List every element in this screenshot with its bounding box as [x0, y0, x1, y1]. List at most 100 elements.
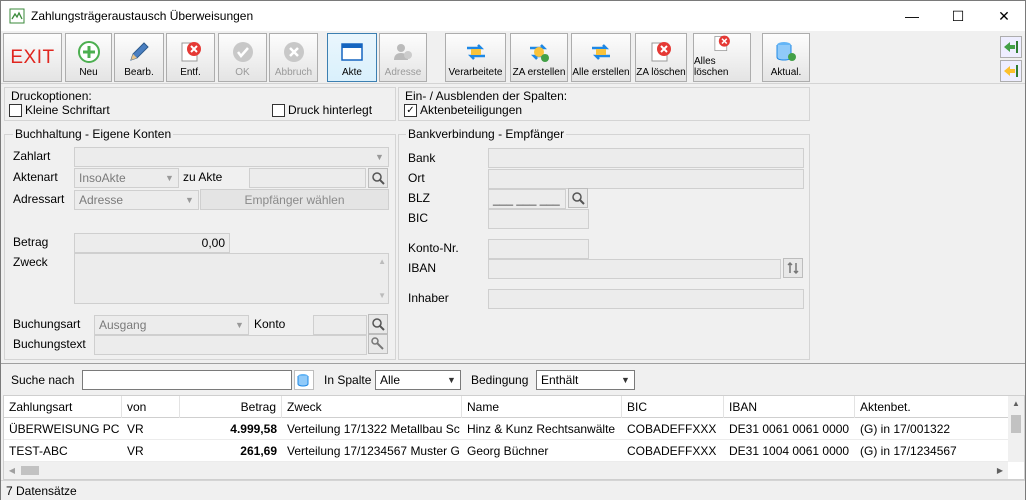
spalte-select[interactable]: Alle ▼ — [375, 370, 461, 390]
bedingung-select[interactable]: Enthält ▼ — [536, 370, 635, 390]
nav-back-button[interactable] — [1000, 60, 1022, 82]
col-iban[interactable]: IBAN — [724, 396, 855, 418]
col-von[interactable]: von — [122, 396, 180, 418]
delete-button[interactable]: Entf. — [166, 33, 215, 82]
konto-nr-input[interactable] — [488, 239, 589, 259]
adressart-value: Adresse — [79, 193, 124, 207]
delete-all-button[interactable]: Alles löschen — [693, 33, 751, 82]
main-window: Zahlungsträgeraustausch Überweisungen — … — [0, 0, 1026, 500]
druck-title: Druckoptionen: — [11, 89, 92, 103]
inhaber-input[interactable] — [488, 289, 804, 309]
aktenbet-label: Aktenbeteiligungen — [420, 103, 523, 117]
table-row[interactable]: ÜBERWEISUNG PC VR 4.999,58 Verteilung 17… — [4, 418, 1008, 440]
scroll-left-icon[interactable]: ◀ — [4, 462, 20, 479]
blz-label: BLZ — [408, 191, 431, 205]
new-label: Neu — [79, 67, 98, 78]
zweck-textarea[interactable]: ▲ ▼ — [74, 253, 389, 304]
adresse-button[interactable]: Adresse — [379, 33, 427, 82]
adressart-select[interactable]: Adresse ▼ — [74, 190, 199, 210]
iban-input[interactable] — [488, 259, 781, 279]
delete-all-label: Alles löschen — [694, 56, 729, 78]
person-icon — [394, 44, 412, 60]
col-name[interactable]: Name — [462, 396, 622, 418]
scroll-up-icon[interactable]: ▲ — [1008, 396, 1024, 412]
iban-convert-button[interactable] — [783, 258, 803, 278]
in-spalte-label: In Spalte — [324, 373, 372, 387]
aktenart-label: Aktenart — [13, 170, 58, 184]
search-db-button[interactable] — [294, 370, 314, 390]
zu-akte-label: zu Akte — [183, 170, 223, 184]
ort-input[interactable] — [488, 169, 804, 189]
col-bic[interactable]: BIC — [622, 396, 724, 418]
buchungstext-input[interactable] — [94, 335, 367, 355]
new-button[interactable]: Neu — [65, 33, 112, 82]
horizontal-scrollbar[interactable]: ◀ ▶ — [4, 462, 1008, 479]
aktenart-value: InsoAkte — [79, 171, 126, 185]
zahlart-select[interactable]: ▼ — [74, 147, 389, 167]
app-icon — [9, 8, 25, 24]
edit-button[interactable]: Bearb. — [114, 33, 164, 82]
cell-betrag: 261,69 — [240, 444, 277, 458]
scroll-right-icon[interactable]: ▶ — [992, 462, 1008, 479]
processed-button[interactable]: Verarbeitete — [445, 33, 506, 82]
bank-label: Bank — [408, 151, 436, 165]
bic-input[interactable] — [488, 209, 589, 229]
blz-input[interactable]: ___ ___ ___ — [488, 189, 566, 209]
euro-transfer-icon — [530, 44, 549, 62]
buchungsart-value: Ausgang — [99, 318, 147, 332]
maximize-button[interactable]: ☐ — [935, 1, 981, 31]
create-all-button[interactable]: Alle erstellen — [571, 33, 631, 82]
exit-button[interactable]: EXIT — [3, 33, 62, 82]
konto-input[interactable] — [313, 315, 367, 335]
minimize-icon: — — [905, 8, 919, 24]
betrag-label: Betrag — [13, 235, 49, 249]
spalten-title: Ein- / Ausblenden der Spalten: — [405, 89, 568, 103]
cancel-button[interactable]: Abbruch — [269, 33, 318, 82]
h-scroll-thumb[interactable] — [21, 466, 39, 475]
nav-forward-button[interactable] — [1000, 36, 1022, 58]
vertical-scrollbar[interactable]: ▲ — [1008, 396, 1024, 462]
col-betrag[interactable]: Betrag — [180, 396, 282, 418]
buchungstext-label: Buchungstext — [13, 337, 86, 351]
buchungstext-button[interactable] — [368, 334, 388, 354]
kleine-checkbox[interactable] — [9, 104, 22, 117]
col-zahlungsart[interactable]: Zahlungsart — [4, 396, 122, 418]
create-za-button[interactable]: ZA erstellen — [510, 33, 568, 82]
buchungsart-select[interactable]: Ausgang ▼ — [94, 315, 249, 335]
akte-input[interactable] — [249, 168, 366, 188]
scroll-thumb[interactable] — [1011, 415, 1021, 433]
chevron-down-icon: ▼ — [165, 173, 174, 183]
delete-icon — [181, 42, 201, 62]
col-aktenbet[interactable]: Aktenbet. — [855, 396, 1008, 418]
col-zweck[interactable]: Zweck — [282, 396, 462, 418]
arrow-left-yellow-icon — [1004, 65, 1018, 77]
bank-input[interactable] — [488, 148, 804, 168]
hinterlegt-checkbox[interactable] — [272, 104, 285, 117]
delete-za-button[interactable]: ZA löschen — [635, 33, 687, 82]
ok-button[interactable]: OK — [218, 33, 267, 82]
inhaber-label: Inhaber — [408, 291, 449, 305]
close-button[interactable]: ✕ — [981, 1, 1026, 31]
toolbar: EXIT Neu Bearb. Entf. OK Abbruch Akte Ad… — [1, 32, 1025, 84]
edit-label: Bearb. — [124, 67, 154, 78]
kleine-label: Kleine Schriftart — [25, 103, 110, 117]
blz-search-button[interactable] — [568, 188, 588, 208]
create-za-label: ZA erstellen — [512, 67, 566, 78]
empfaenger-waehlen-button[interactable]: Empfänger wählen — [200, 189, 389, 210]
table-row[interactable]: TEST-ABC VR 261,69 Verteilung 17/1234567… — [4, 440, 1008, 462]
search-input[interactable] — [82, 370, 292, 390]
aktenart-select[interactable]: InsoAkte ▼ — [74, 168, 179, 188]
refresh-button[interactable]: Aktual. — [762, 33, 810, 82]
konto-search-button[interactable] — [368, 314, 388, 334]
window-title: Zahlungsträgeraustausch Überweisungen — [31, 9, 254, 23]
create-all-label: Alle erstellen — [572, 67, 630, 78]
betrag-input[interactable]: 0,00 — [74, 233, 230, 253]
akte-button[interactable]: Akte — [327, 33, 377, 82]
transfer-all-icon — [592, 44, 610, 60]
minimize-button[interactable]: — — [889, 1, 935, 31]
bedingung-label: Bedingung — [471, 373, 529, 387]
akte-search-button[interactable] — [368, 168, 388, 188]
aktenbet-checkbox[interactable]: ✓ — [404, 104, 417, 117]
buchhaltung-title: Buchhaltung - Eigene Konten — [13, 127, 174, 141]
cell-aktenbet: (G) in 17/001322 — [860, 422, 951, 436]
